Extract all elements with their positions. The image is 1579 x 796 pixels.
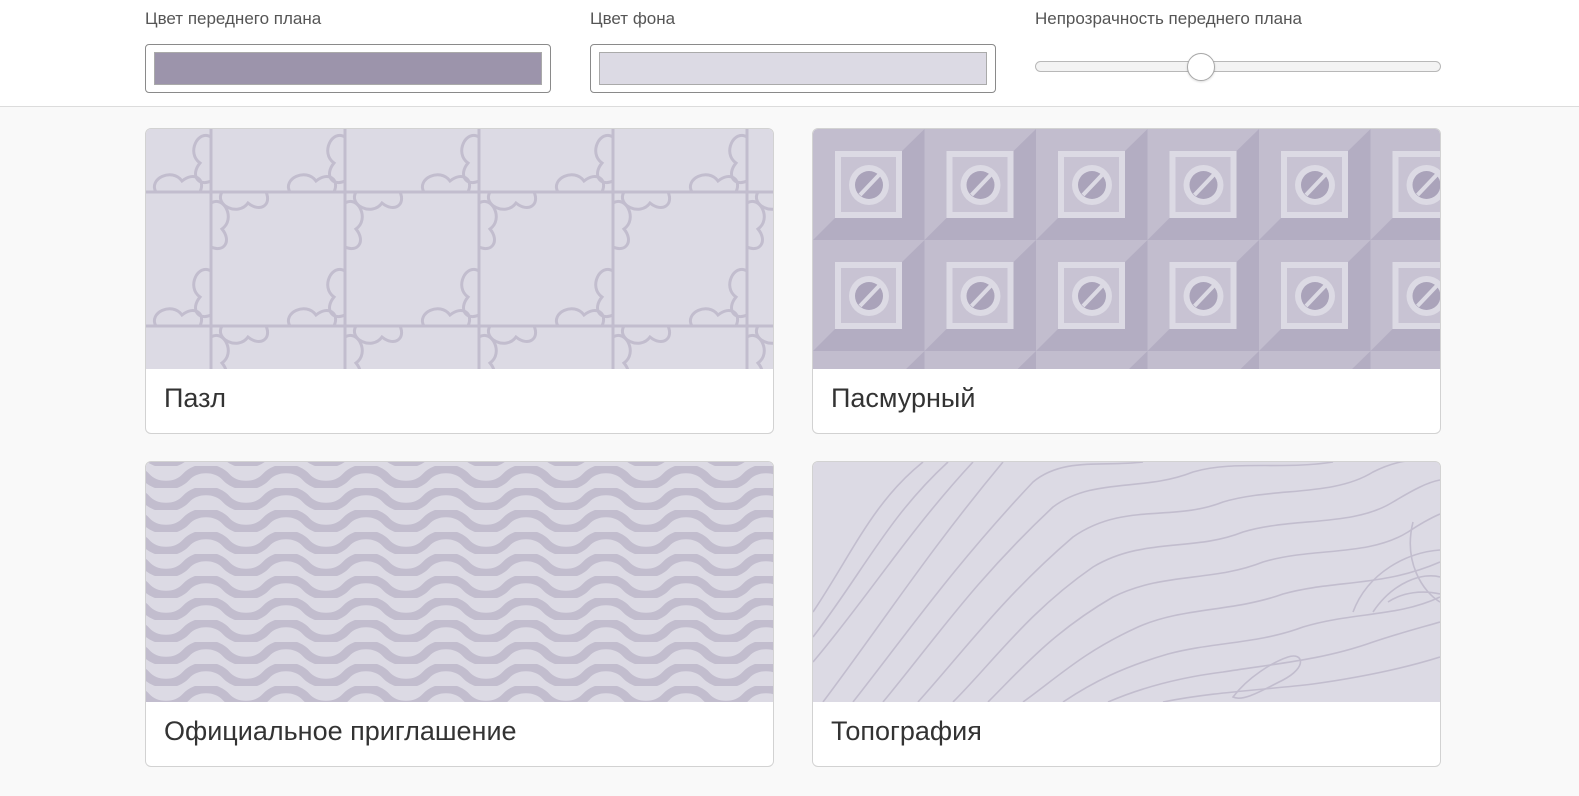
background-color-label: Цвет фона — [590, 9, 676, 28]
slider-thumb[interactable] — [1187, 53, 1216, 81]
foreground-color-swatch — [154, 52, 542, 85]
pattern-card-topography[interactable]: Топография — [812, 461, 1441, 767]
pattern-card-title: Топография — [831, 716, 982, 746]
foreground-opacity-label: Непрозрачность переднего плана — [1035, 9, 1302, 28]
topography-pattern-preview — [813, 462, 1440, 702]
overcast-pattern-preview — [813, 129, 1440, 369]
pattern-controls: Цвет переднего плана Цвет фона Непрозрач… — [0, 0, 1579, 107]
formal-invitation-pattern-preview — [146, 462, 773, 702]
pattern-card-puzzle[interactable]: Пазл — [145, 128, 774, 434]
puzzle-pattern-preview — [146, 129, 773, 369]
pattern-card-title: Официальное приглашение — [164, 716, 517, 746]
background-color-picker[interactable] — [590, 44, 996, 93]
pattern-card-title: Пазл — [164, 383, 226, 413]
pattern-card-overcast[interactable]: Пасмурный — [812, 128, 1441, 434]
foreground-opacity-slider[interactable] — [1035, 52, 1441, 82]
background-color-swatch — [599, 52, 987, 85]
pattern-card-formal-invitation[interactable]: Официальное приглашение — [145, 461, 774, 767]
pattern-card-title: Пасмурный — [831, 383, 976, 413]
slider-track — [1035, 61, 1441, 72]
foreground-color-picker[interactable] — [145, 44, 551, 93]
foreground-color-label: Цвет переднего плана — [145, 9, 322, 28]
